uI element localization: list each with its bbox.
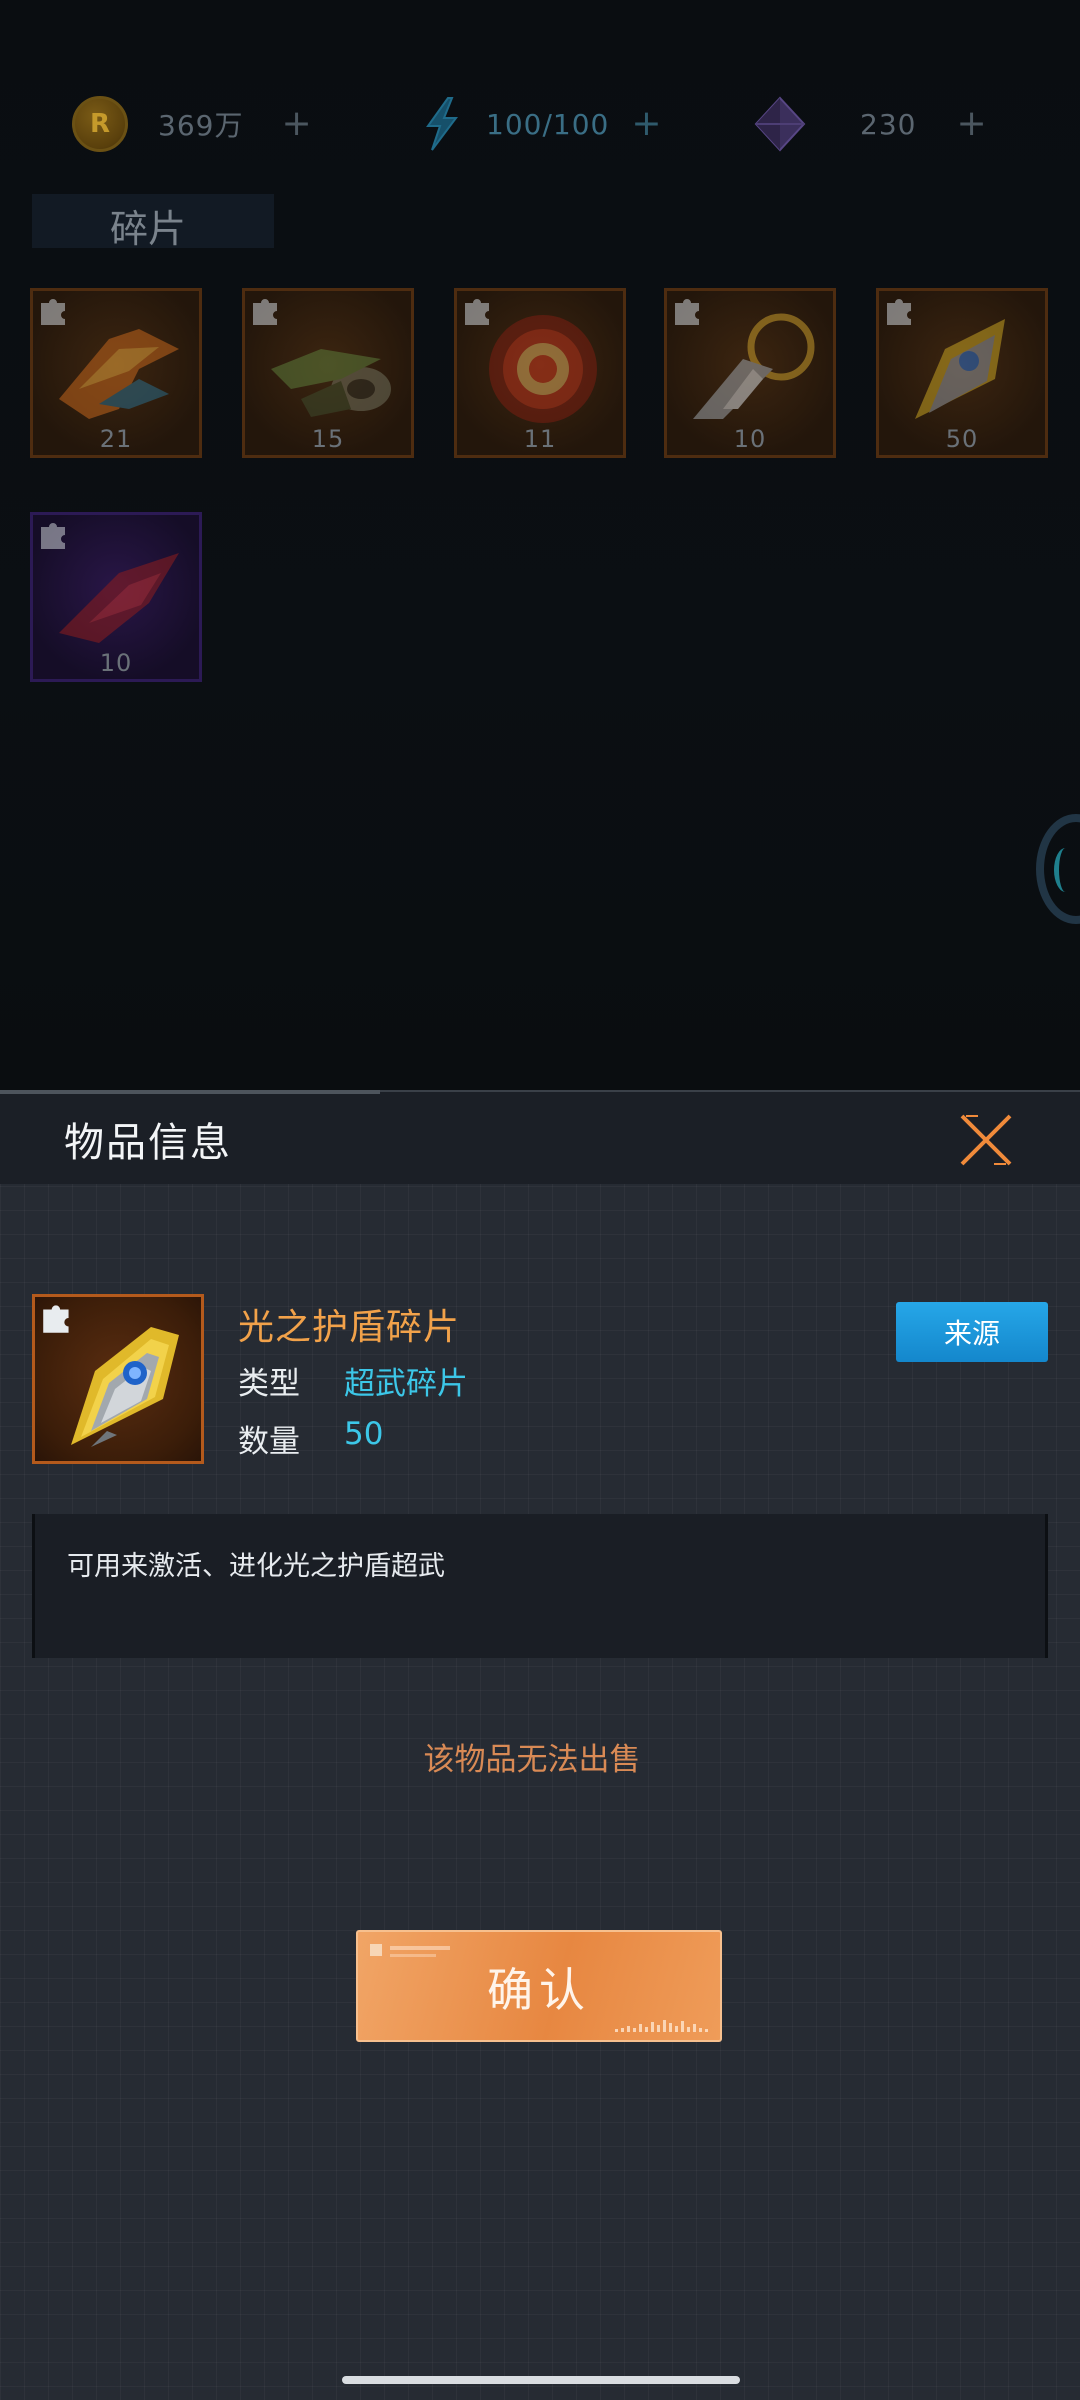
fragment-count: 50 xyxy=(945,425,979,453)
item-type-label: 类型 xyxy=(238,1366,300,1402)
energy-amount: 100/100 xyxy=(486,107,610,141)
add-crystal-button[interactable]: + xyxy=(956,106,986,142)
item-info-dialog: 物品信息 光之护盾碎片 类型 超武碎片 数量 50 来源 可用来激活、进化光之护… xyxy=(0,1090,1080,2400)
equalizer-decoration xyxy=(615,2020,708,2032)
golden-shield-art xyxy=(71,1327,179,1447)
red-fighter-art xyxy=(59,553,179,643)
silver-spike-ring-art xyxy=(693,313,815,419)
cannot-sell-notice: 该物品无法出售 xyxy=(423,1742,641,1778)
resource-crystal: 230 + xyxy=(752,96,987,152)
fragment-tile[interactable]: 11 xyxy=(454,288,626,458)
fragment-tile[interactable]: 15 xyxy=(242,288,414,458)
description-box: 可用来激活、进化光之护盾超武 xyxy=(32,1514,1048,1658)
purple-crystal-icon xyxy=(752,96,808,152)
item-type-value: 超武碎片 xyxy=(344,1366,468,1402)
golden-shield-art xyxy=(915,319,1005,419)
resource-gold: R 369万 + xyxy=(72,96,312,152)
fragment-count: 10 xyxy=(733,425,767,453)
close-icon[interactable] xyxy=(956,1110,1016,1170)
dialog-header: 物品信息 xyxy=(0,1090,1080,1184)
green-gunship-art xyxy=(271,349,391,417)
orange-jet-art xyxy=(59,329,179,419)
fragment-tile[interactable]: 10 xyxy=(30,512,202,682)
fragment-count: 15 xyxy=(311,425,345,453)
resource-energy: 100/100 + xyxy=(414,96,662,152)
gold-amount: 369万 xyxy=(158,109,244,142)
gold-coin-icon: R xyxy=(72,96,128,152)
item-quantity-value: 50 xyxy=(344,1416,384,1452)
home-indicator[interactable] xyxy=(342,2376,740,2384)
dialog-title: 物品信息 xyxy=(64,1120,232,1166)
confirm-button[interactable]: 确认 xyxy=(356,1930,722,2042)
crystal-amount: 230 xyxy=(860,107,917,141)
fragment-tile[interactable]: 10 xyxy=(664,288,836,458)
source-button[interactable]: 来源 xyxy=(896,1302,1048,1362)
fragment-tile[interactable]: 50 xyxy=(876,288,1048,458)
lightning-energy-icon xyxy=(414,96,470,152)
item-quantity-label: 数量 xyxy=(238,1424,300,1460)
add-gold-button[interactable]: + xyxy=(281,106,311,142)
section-title: 碎片 xyxy=(110,207,187,251)
red-shield-art xyxy=(489,315,597,423)
add-energy-button[interactable]: + xyxy=(631,106,661,142)
item-description: 可用来激活、进化光之护盾超武 xyxy=(67,1551,445,1582)
item-icon xyxy=(32,1294,204,1464)
fragment-tile[interactable]: 21 xyxy=(30,288,202,458)
fragment-count: 10 xyxy=(99,649,133,677)
fragments-section-header: 碎片 xyxy=(32,194,274,251)
confirm-button-label: 确认 xyxy=(487,1963,591,2017)
fragment-count: 21 xyxy=(99,425,133,453)
fragment-count: 11 xyxy=(523,425,557,453)
item-name: 光之护盾碎片 xyxy=(238,1307,461,1348)
